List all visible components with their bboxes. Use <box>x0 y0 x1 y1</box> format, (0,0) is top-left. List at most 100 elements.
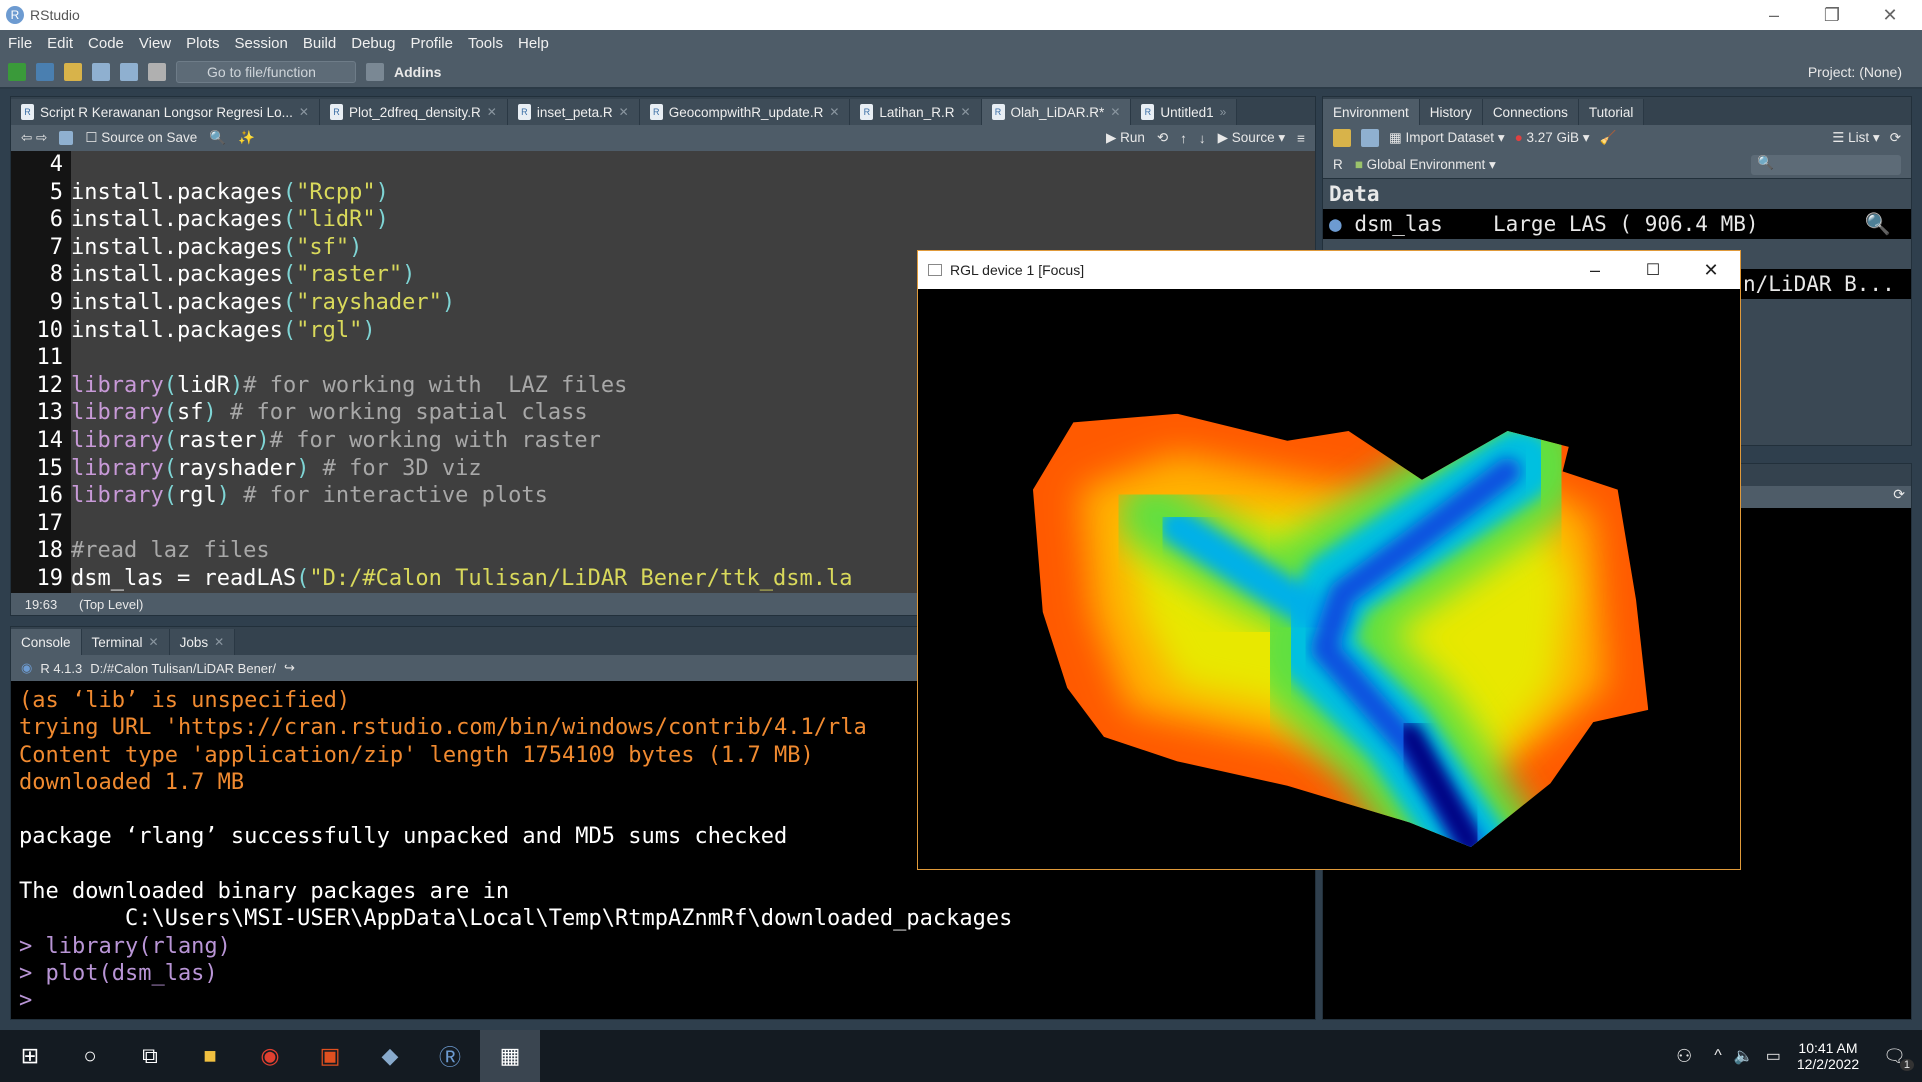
save-workspace-icon[interactable] <box>1361 129 1379 147</box>
menu-session[interactable]: Session <box>235 35 288 52</box>
code-token: ) <box>402 262 416 288</box>
down-icon[interactable]: ↓ <box>1199 131 1206 146</box>
variable-name[interactable]: ● dsm_las <box>1323 212 1493 236</box>
import-dataset-button[interactable]: ▦ Import Dataset ▾ <box>1389 130 1505 146</box>
rgl-close-button[interactable]: ✕ <box>1682 260 1740 281</box>
outline-icon[interactable]: ≡ <box>1297 131 1305 146</box>
tray-chevron-icon[interactable]: ^ <box>1714 1047 1722 1065</box>
new-file-icon[interactable] <box>8 63 26 81</box>
save-all-icon[interactable] <box>120 63 138 81</box>
close-tab-icon[interactable]: ✕ <box>149 635 159 649</box>
working-directory[interactable]: D:/#Calon Tulisan/LiDAR Bener/ <box>90 661 276 676</box>
more-tabs-icon[interactable]: » <box>1220 105 1227 119</box>
back-icon[interactable]: ⇦ ⇨ <box>21 130 47 146</box>
menu-file[interactable]: File <box>8 35 32 52</box>
menu-view[interactable]: View <box>139 35 171 52</box>
battery-icon[interactable]: ▭ <box>1766 1046 1781 1066</box>
close-tab-icon[interactable]: ✕ <box>829 105 839 119</box>
rgl-taskbar-icon[interactable]: ▦ <box>480 1030 540 1082</box>
source-on-save-checkbox[interactable]: ☐ Source on Save <box>85 130 197 146</box>
close-button[interactable]: ✕ <box>1861 0 1919 30</box>
start-button[interactable]: ⊞ <box>0 1030 60 1082</box>
people-icon[interactable]: ⚇ <box>1676 1046 1692 1067</box>
editor-tab[interactable]: R Script R Kerawanan Longsor Regresi Lo..… <box>11 99 320 125</box>
tab-environment[interactable]: Environment <box>1323 99 1420 125</box>
project-menu[interactable]: Project: (None) <box>1808 64 1902 80</box>
rgl-maximize-button[interactable]: ☐ <box>1624 260 1682 280</box>
app-icon[interactable]: ◆ <box>360 1030 420 1082</box>
view-data-icon[interactable]: 🔍 <box>1865 212 1911 237</box>
up-icon[interactable]: ↑ <box>1180 131 1187 146</box>
close-tab-icon[interactable]: ✕ <box>619 105 629 119</box>
load-workspace-icon[interactable] <box>1333 129 1351 147</box>
console-tab-jobs[interactable]: Jobs ✕ <box>169 629 236 655</box>
open-file-icon[interactable] <box>64 63 82 81</box>
editor-tab[interactable]: R Olah_LiDAR.R* ✕ <box>981 99 1132 125</box>
rerun-icon[interactable]: ⟲ <box>1157 130 1168 146</box>
environment-search-input[interactable]: 🔍 <box>1751 154 1901 175</box>
source-button[interactable]: ▶ Source ▾ <box>1218 130 1285 146</box>
menu-code[interactable]: Code <box>88 35 124 52</box>
tab-history[interactable]: History <box>1419 99 1483 125</box>
office-icon[interactable]: ▣ <box>300 1030 360 1082</box>
rgl-minimize-button[interactable]: – <box>1566 260 1624 281</box>
volume-icon[interactable]: 🔈 <box>1734 1046 1754 1066</box>
search-icon[interactable]: ○ <box>60 1030 120 1082</box>
language-selector[interactable]: R <box>1333 157 1343 172</box>
task-view-icon[interactable]: ⧉ <box>120 1030 180 1082</box>
close-tab-icon[interactable]: ✕ <box>214 635 224 649</box>
code-line[interactable] <box>71 151 1315 179</box>
menu-plots[interactable]: Plots <box>186 35 219 52</box>
addins-menu[interactable]: Addins <box>394 64 441 80</box>
close-tab-icon[interactable]: ✕ <box>487 105 497 119</box>
save-icon[interactable] <box>59 131 74 145</box>
go-to-directory-icon[interactable]: ↪ <box>284 660 295 676</box>
menu-edit[interactable]: Edit <box>47 35 73 52</box>
code-line[interactable]: install.packages("lidR") <box>71 206 1315 234</box>
pane-layout-icon[interactable] <box>366 63 384 81</box>
search-icon[interactable]: 🔍 <box>209 130 226 146</box>
menu-build[interactable]: Build <box>303 35 336 52</box>
print-icon[interactable] <box>148 63 166 81</box>
editor-tab[interactable]: R GeocompwithR_update.R ✕ <box>639 99 851 125</box>
refresh-icon[interactable]: ⟳ <box>1890 130 1901 146</box>
editor-tab[interactable]: R Latihan_R.R ✕ <box>850 99 982 125</box>
tab-connections[interactable]: Connections <box>1482 99 1579 125</box>
close-tab-icon[interactable]: ✕ <box>960 105 970 119</box>
tab-tutorial[interactable]: Tutorial <box>1578 99 1645 125</box>
rstudio-taskbar-icon[interactable]: Ⓡ <box>420 1030 480 1082</box>
run-button[interactable]: ▶ Run <box>1106 130 1145 146</box>
restore-button[interactable]: ❐ <box>1803 0 1861 30</box>
code-line[interactable]: install.packages("Rcpp") <box>71 179 1315 207</box>
close-tab-icon[interactable]: ✕ <box>299 105 309 119</box>
environment-row[interactable]: ● dsm_las Large LAS ( 906.4 MB) 🔍 <box>1323 209 1911 239</box>
view-mode-menu[interactable]: ☰ List ▾ <box>1832 130 1879 146</box>
rgl-device-window[interactable]: RGL device 1 [Focus] – ☐ ✕ <box>917 250 1741 870</box>
save-icon[interactable] <box>92 63 110 81</box>
editor-tab[interactable]: R Plot_2dfreq_density.R ✕ <box>319 99 508 125</box>
menu-help[interactable]: Help <box>518 35 549 52</box>
minimize-button[interactable]: – <box>1745 0 1803 30</box>
lidar-point-cloud-plot[interactable] <box>918 289 1740 869</box>
editor-tab[interactable]: R Untitled1 » <box>1131 99 1238 125</box>
global-environment-selector[interactable]: ■ Global Environment ▾ <box>1355 157 1496 173</box>
code-token: ( <box>296 565 310 591</box>
editor-tab[interactable]: Rinset_peta.R ✕ <box>507 99 640 125</box>
code-token: library <box>71 455 164 481</box>
menu-profile[interactable]: Profile <box>410 35 453 52</box>
new-project-icon[interactable] <box>36 63 54 81</box>
broom-icon[interactable]: 🧹 <box>1600 130 1617 146</box>
notification-center-icon[interactable]: 🗨 1 <box>1883 1046 1914 1071</box>
file-explorer-icon[interactable]: ■ <box>180 1030 240 1082</box>
console-tab-console[interactable]: Console <box>11 629 82 655</box>
wand-icon[interactable]: ✨ <box>238 130 255 146</box>
memory-usage[interactable]: ● 3.27 GiB ▾ <box>1515 130 1590 146</box>
menu-tools[interactable]: Tools <box>468 35 503 52</box>
scope-selector[interactable]: (Top Level) <box>71 597 143 612</box>
clock[interactable]: 10:41 AM 12/2/2022 <box>1797 1040 1859 1072</box>
close-tab-icon[interactable]: ✕ <box>1110 105 1120 119</box>
menu-debug[interactable]: Debug <box>351 35 395 52</box>
goto-file-input[interactable]: Go to file/function <box>176 61 356 83</box>
console-tab-terminal[interactable]: Terminal ✕ <box>81 629 170 655</box>
chrome-icon[interactable]: ◉ <box>240 1030 300 1082</box>
